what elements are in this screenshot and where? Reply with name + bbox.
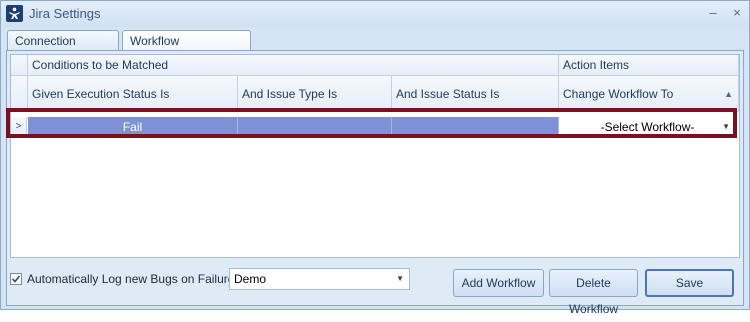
- select-workflow-dropdown[interactable]: -Select Workflow- ▼: [559, 117, 736, 137]
- add-workflow-button[interactable]: Add Workflow: [453, 269, 544, 297]
- sort-ascending-icon: ▲: [724, 89, 733, 99]
- window-title: Jira Settings: [29, 6, 101, 21]
- jira-settings-window: Jira Settings – × Connection Settings Wo…: [0, 0, 750, 316]
- minimize-button[interactable]: –: [706, 5, 720, 21]
- row-indicator-chevron-icon: >: [11, 117, 27, 137]
- select-workflow-value: -Select Workflow-: [600, 120, 695, 134]
- close-button[interactable]: ×: [730, 5, 744, 21]
- workflow-grid[interactable]: Conditions to be Matched Action Items Gi…: [10, 54, 740, 258]
- check-icon: [11, 275, 21, 283]
- column-header-change-workflow[interactable]: Change Workflow To ▲: [559, 76, 739, 112]
- auto-log-bugs-label[interactable]: Automatically Log new Bugs on Failure: [27, 272, 234, 286]
- tab-connection-settings[interactable]: Connection Settings: [7, 30, 119, 68]
- auto-log-bugs-checkbox[interactable]: [10, 273, 22, 285]
- jira-app-icon: [6, 5, 23, 22]
- delete-workflow-button[interactable]: Delete Workflow: [549, 269, 638, 316]
- row-indicator-header: [11, 76, 28, 112]
- chevron-down-icon: ▼: [396, 274, 404, 283]
- cell-execution-status[interactable]: Fail: [28, 117, 238, 137]
- table-row[interactable]: > Fail -Select Workflow- ▼: [11, 117, 739, 137]
- column-header-issue-status[interactable]: And Issue Status Is: [392, 76, 559, 112]
- save-button[interactable]: Save: [645, 269, 734, 297]
- title-bar[interactable]: Jira Settings – ×: [1, 1, 749, 27]
- tab-workflow-configuration[interactable]: Workflow Configuration: [122, 30, 251, 68]
- action-items-group-header: Action Items: [559, 55, 739, 76]
- cell-issue-status[interactable]: [392, 117, 559, 137]
- grid-corner-header: [11, 55, 28, 76]
- column-header-label: Change Workflow To: [563, 87, 674, 101]
- project-combobox[interactable]: Demo ▼: [229, 268, 410, 290]
- conditions-group-header: Conditions to be Matched: [28, 55, 559, 76]
- column-header-execution-status[interactable]: Given Execution Status Is: [28, 76, 238, 112]
- chevron-down-icon: ▼: [722, 122, 730, 131]
- column-header-issue-type[interactable]: And Issue Type Is: [238, 76, 392, 112]
- project-combobox-value: Demo: [234, 272, 267, 286]
- cell-issue-type[interactable]: [238, 117, 392, 137]
